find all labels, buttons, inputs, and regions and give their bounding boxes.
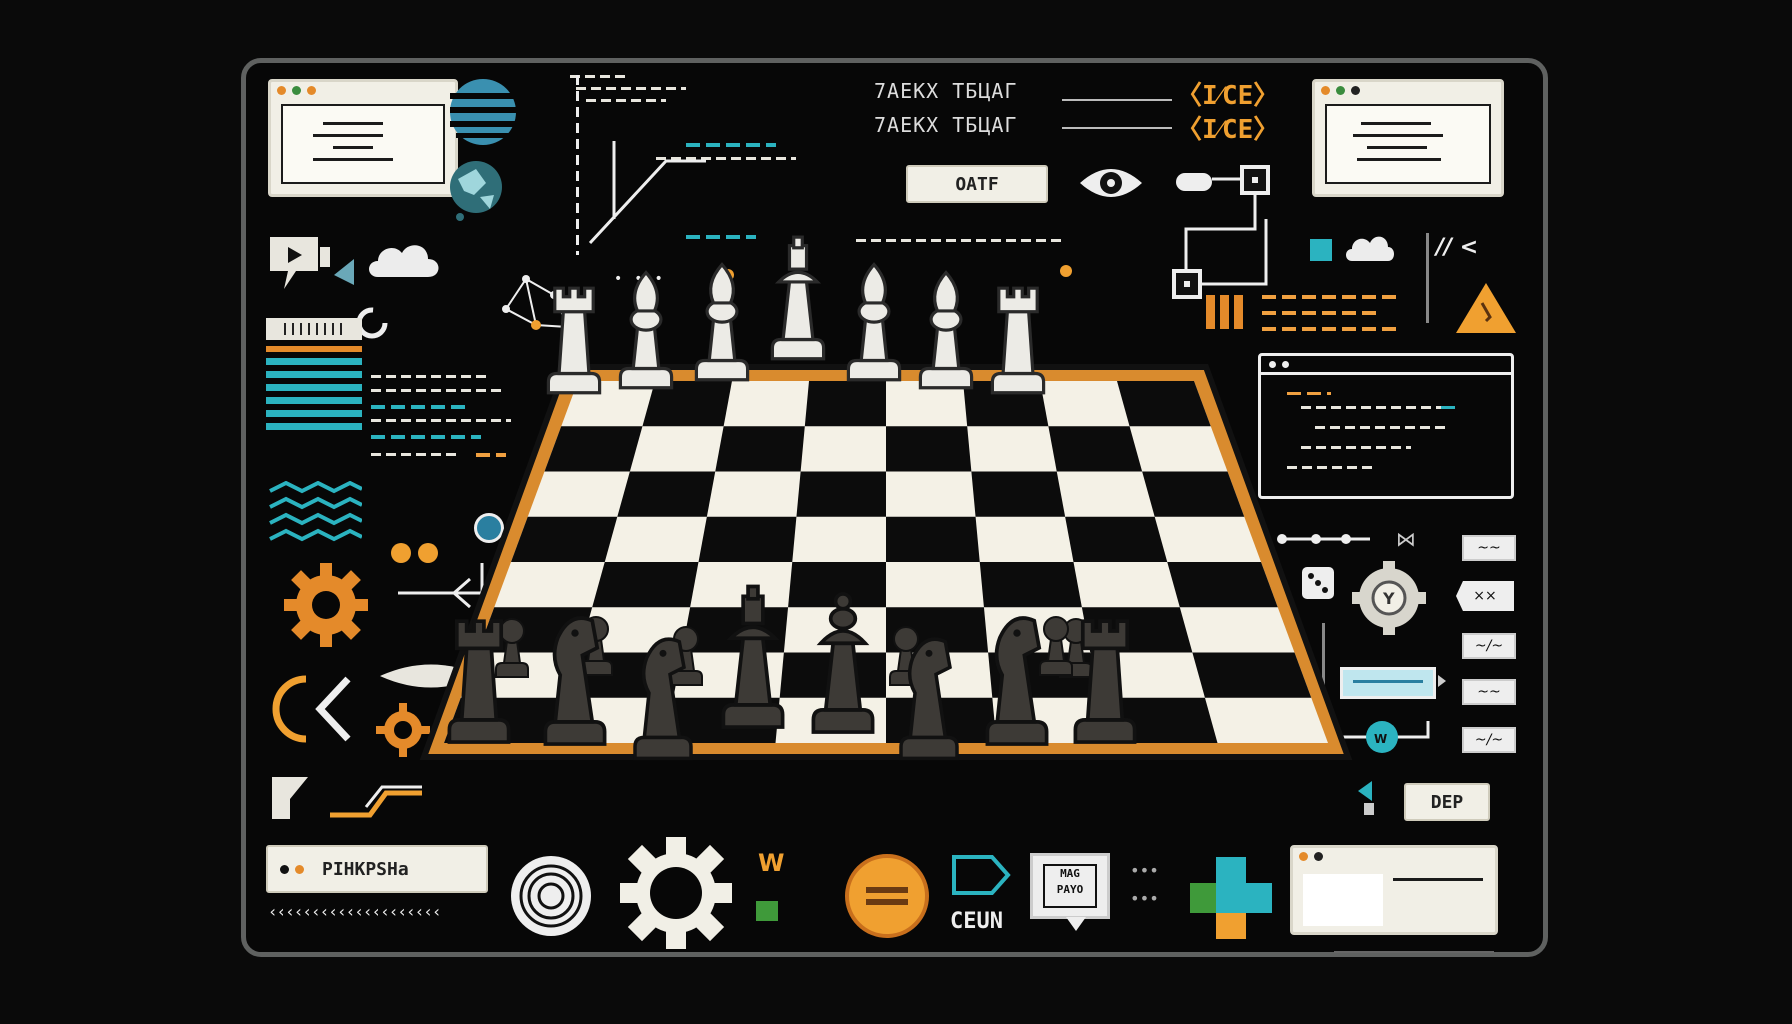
flag-icon	[272, 777, 308, 819]
settings-badge-icon[interactable]: Y	[1348, 557, 1430, 639]
dep-button[interactable]: DEP	[1404, 783, 1490, 821]
wave-icon	[269, 481, 362, 542]
field-dot-icon	[295, 864, 304, 874]
window-dot-icon	[292, 85, 301, 95]
white-bishop-piece[interactable]	[690, 245, 754, 399]
w-label: W	[758, 849, 785, 877]
board-square-dark[interactable]	[1192, 652, 1312, 698]
black-king-piece[interactable]	[716, 553, 790, 767]
squiggle-card[interactable]: ~~	[1462, 535, 1516, 561]
board-square-dark[interactable]	[796, 471, 886, 517]
board-square-dark[interactable]	[544, 426, 643, 472]
orange-dot-icon	[1060, 265, 1072, 277]
top-code-label-1: 7АЕКХ ТБЦАГ	[874, 79, 1018, 103]
black-knight-piece[interactable]	[980, 587, 1054, 767]
window-content	[1325, 104, 1491, 184]
white-bishop-piece[interactable]	[614, 259, 678, 401]
speech-box-text: MAG PAYO	[1043, 864, 1097, 908]
white-bishop-piece[interactable]	[914, 259, 978, 401]
field-dot-icon	[280, 864, 289, 874]
right-top-window[interactable]	[1312, 79, 1504, 197]
slash-icon: // <	[1436, 235, 1479, 260]
board-square-dark[interactable]	[511, 516, 618, 562]
ramp-icon	[330, 785, 422, 818]
app-frame: PIHKPSHa ‹‹‹‹‹‹‹‹‹‹‹‹‹‹‹‹‹‹‹‹ W CEUN MAG…	[241, 58, 1548, 957]
window-dot-icon	[1321, 85, 1330, 95]
oatf-button[interactable]: OATF	[906, 165, 1048, 203]
black-rook-piece[interactable]	[442, 583, 516, 767]
left-list-panel[interactable]	[266, 318, 362, 443]
bowtie-icon: ⋈	[1396, 527, 1416, 551]
orange-coin-icon[interactable]	[844, 853, 930, 939]
board-square-dark[interactable]	[1048, 426, 1143, 472]
globe-icon	[450, 79, 516, 145]
top-code-label-2: 7АЕКХ ТБЦАГ	[874, 113, 1018, 137]
board-square-dark[interactable]	[886, 426, 972, 472]
svg-text:Y: Y	[1382, 589, 1395, 608]
squiggle-card[interactable]: ××	[1456, 581, 1514, 611]
trend-line-icon	[588, 141, 706, 245]
eye-icon[interactable]	[1076, 161, 1146, 205]
gear-icon[interactable]	[280, 559, 372, 651]
warning-icon[interactable]	[1452, 279, 1520, 337]
chevron-row: ‹‹‹‹‹‹‹‹‹‹‹‹‹‹‹‹‹‹‹‹	[268, 902, 442, 921]
window-dot-icon	[1299, 851, 1308, 861]
orange-code-label-1: 〈I⁄CE〉	[1176, 81, 1280, 111]
back-arrow-icon[interactable]	[1358, 781, 1372, 801]
window-dot-icon	[277, 85, 286, 95]
tag-icon	[952, 855, 1011, 895]
cloud-icon	[1346, 236, 1394, 261]
window-content	[281, 104, 445, 184]
board-square-dark[interactable]	[1167, 562, 1278, 608]
pinkpsha-label: PIHKPSHa	[322, 858, 409, 880]
video-play-icon[interactable]	[266, 233, 338, 297]
black-knight-piece[interactable]	[626, 623, 700, 767]
speech-box[interactable]: MAG PAYO	[1030, 853, 1110, 919]
window-dot-icon	[1336, 85, 1345, 95]
window-dot-icon	[1314, 851, 1323, 861]
green-block-icon	[756, 901, 778, 921]
puzzle-icon[interactable]	[1186, 853, 1276, 943]
cloud-icon	[369, 245, 439, 277]
left-top-window[interactable]	[268, 79, 458, 197]
board-square-dark[interactable]	[715, 426, 805, 472]
black-queen-piece[interactable]	[806, 561, 880, 769]
white-rook-piece[interactable]	[986, 261, 1050, 409]
squiggle-card[interactable]: ~~	[1462, 679, 1516, 705]
board-square-dark[interactable]	[971, 471, 1066, 517]
board-square-dark[interactable]	[1142, 471, 1245, 517]
white-bishop-piece[interactable]	[842, 245, 906, 399]
board-square-dark[interactable]	[617, 471, 716, 517]
white-rook-piece[interactable]	[542, 261, 606, 409]
black-knight-piece[interactable]	[892, 623, 966, 767]
window-dot-icon	[307, 85, 316, 95]
svg-text:W: W	[1374, 732, 1387, 746]
target-icon[interactable]	[508, 853, 594, 939]
squiggle-card[interactable]: ~/~	[1462, 633, 1516, 659]
board-square-dark[interactable]	[1065, 516, 1168, 562]
squiggle-card[interactable]: ~/~	[1462, 727, 1516, 753]
node-link-icon[interactable]: W	[1338, 715, 1458, 759]
black-knight-piece[interactable]	[538, 587, 612, 767]
triangle-icon	[334, 259, 354, 285]
bottom-right-window[interactable]	[1290, 845, 1498, 935]
cyan-square-icon	[1310, 239, 1332, 261]
white-king-piece[interactable]	[766, 199, 830, 403]
speech-tail-icon	[1066, 917, 1086, 931]
board-square-dark[interactable]	[886, 516, 980, 562]
dots-col: ••• •••	[1130, 861, 1159, 908]
cexn-text: CEUN	[950, 909, 1003, 934]
logo-mark-icon	[272, 675, 351, 743]
play-small-icon	[1438, 675, 1446, 687]
settings-gear-icon[interactable]	[616, 833, 736, 953]
world-map-icon	[450, 161, 502, 221]
window-dot-icon	[1351, 85, 1360, 95]
black-rook-piece[interactable]	[1068, 583, 1142, 767]
pinkpsha-input[interactable]: PIHKPSHa	[266, 845, 488, 893]
orange-code-label-2: 〈I⁄CE〉	[1176, 115, 1280, 145]
